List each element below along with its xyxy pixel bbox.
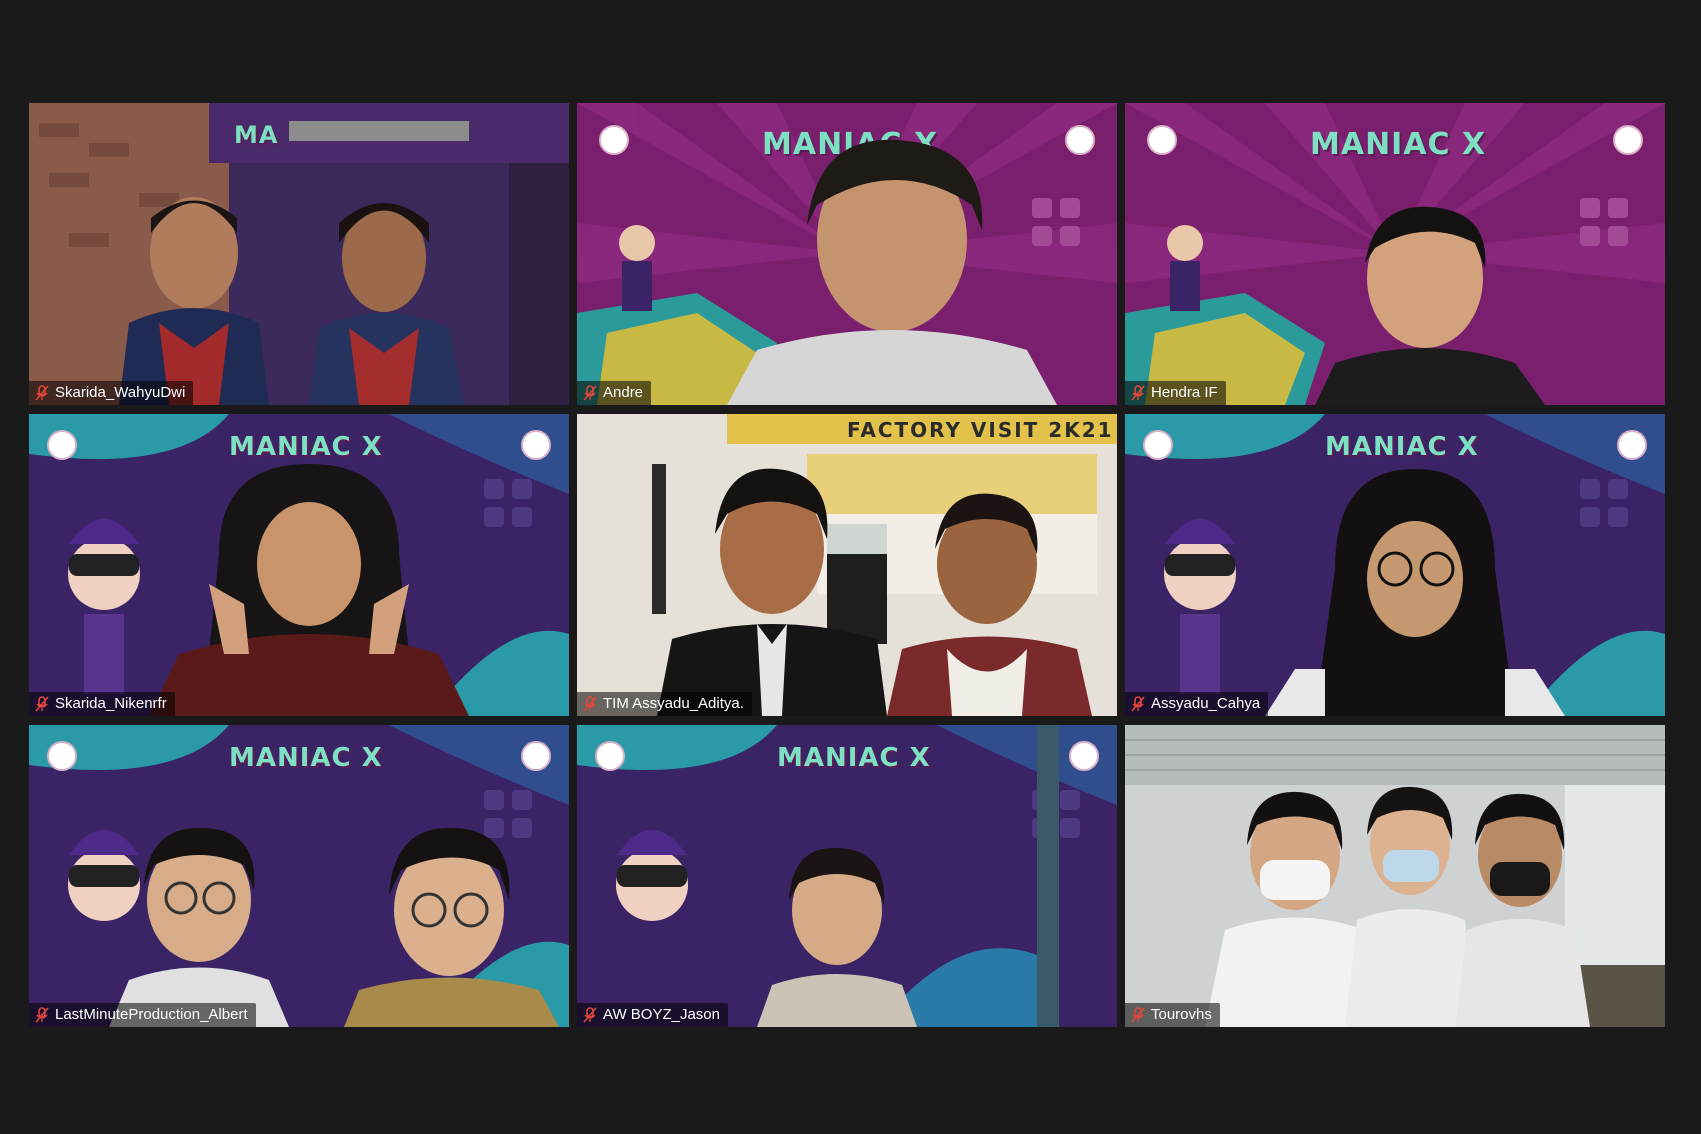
microphone-muted-icon bbox=[1131, 1007, 1145, 1023]
participant-video bbox=[1315, 203, 1555, 405]
video-tile-andre[interactable]: MANIAC X Andre bbox=[577, 103, 1117, 405]
video-tile-tourovhs[interactable]: Tourovhs bbox=[1125, 725, 1665, 1027]
participant-video bbox=[1145, 770, 1645, 1027]
event-logo bbox=[1147, 125, 1177, 155]
event-logo bbox=[599, 125, 629, 155]
microphone-muted-icon bbox=[583, 385, 597, 401]
participant-name: AW BOYZ_Jason bbox=[603, 1006, 720, 1023]
banner-text: MANIAC X bbox=[229, 743, 383, 773]
sponsor-logo bbox=[521, 741, 551, 771]
participant-video bbox=[647, 444, 1117, 716]
microphone-muted-icon bbox=[583, 1007, 597, 1023]
banner-text: MANIAC X bbox=[1310, 127, 1487, 162]
participant-video bbox=[737, 845, 937, 1027]
participant-video bbox=[1265, 469, 1565, 716]
event-logo bbox=[1143, 430, 1173, 460]
banner-text: MANIAC X bbox=[777, 743, 931, 773]
microphone-muted-icon bbox=[1131, 696, 1145, 712]
participant-name-tag: Andre bbox=[577, 381, 652, 405]
video-tile-tim-assyadu-aditya[interactable]: FACTORY VISIT 2K21 TIM Assyadu_Aditya. bbox=[577, 414, 1117, 716]
microphone-muted-icon bbox=[35, 696, 49, 712]
participant-name-tag: Skarida_Nikenrfr bbox=[29, 692, 175, 716]
participant-name: Assyadu_Cahya bbox=[1151, 695, 1261, 712]
participant-name-tag: Skarida_WahyuDwi bbox=[29, 381, 194, 405]
sponsor-logo bbox=[1065, 125, 1095, 155]
participant-video bbox=[89, 820, 569, 1027]
participant-name: Skarida_Nikenrfr bbox=[55, 695, 167, 712]
participant-name-tag: LastMinuteProduction_Albert bbox=[29, 1003, 256, 1027]
video-tile-assyadu-cahya[interactable]: MANIAC X Assyadu_Cahya bbox=[1125, 414, 1665, 716]
participant-name: LastMinuteProduction_Albert bbox=[55, 1006, 248, 1023]
event-logo bbox=[47, 430, 77, 460]
participant-name-tag: AW BOYZ_Jason bbox=[577, 1003, 728, 1027]
microphone-muted-icon bbox=[1131, 385, 1145, 401]
participant-video bbox=[119, 173, 499, 405]
participant-name-tag: Tourovhs bbox=[1125, 1003, 1220, 1027]
video-tile-skarida-wahyudwi[interactable]: MA Skarida_WahyuDwi bbox=[29, 103, 569, 405]
participant-name: Skarida_WahyuDwi bbox=[55, 384, 186, 401]
participant-video bbox=[727, 135, 1067, 405]
participant-name-tag: Assyadu_Cahya bbox=[1125, 692, 1269, 716]
video-tile-aw-boyz-jason[interactable]: MANIAC X AW BOYZ_Jason bbox=[577, 725, 1117, 1027]
event-logo bbox=[47, 741, 77, 771]
participant-name: Andre bbox=[603, 384, 644, 401]
video-tile-lastminuteproduction-albert[interactable]: MANIAC X LastMinuteProduction_Albert bbox=[29, 725, 569, 1027]
video-tile-hendra-if[interactable]: MANIAC X Hendra IF bbox=[1125, 103, 1665, 405]
sponsor-logo bbox=[521, 430, 551, 460]
participant-name-tag: Hendra IF bbox=[1125, 381, 1226, 405]
sponsor-logo bbox=[1613, 125, 1643, 155]
microphone-muted-icon bbox=[35, 1007, 49, 1023]
microphone-muted-icon bbox=[35, 385, 49, 401]
banner-text: FACTORY VISIT 2K21 bbox=[847, 418, 1114, 442]
participant-name: Hendra IF bbox=[1151, 384, 1218, 401]
banner-text: MANIAC X bbox=[1325, 432, 1479, 462]
participant-video bbox=[149, 454, 469, 716]
participant-name-tag: TIM Assyadu_Aditya. bbox=[577, 692, 752, 716]
sponsor-logo bbox=[1069, 741, 1099, 771]
participant-name: Tourovhs bbox=[1151, 1006, 1212, 1023]
video-grid: MA Skarida_WahyuDwi MANIAC X Andre MANIA… bbox=[29, 103, 1665, 1027]
microphone-muted-icon bbox=[583, 696, 597, 712]
event-logo bbox=[595, 741, 625, 771]
participant-name: TIM Assyadu_Aditya. bbox=[603, 695, 744, 712]
video-tile-skarida-nikenrfr[interactable]: MANIAC X Skarida_Nikenrfr bbox=[29, 414, 569, 716]
banner-text: MA bbox=[234, 121, 279, 149]
sponsor-logo bbox=[1617, 430, 1647, 460]
